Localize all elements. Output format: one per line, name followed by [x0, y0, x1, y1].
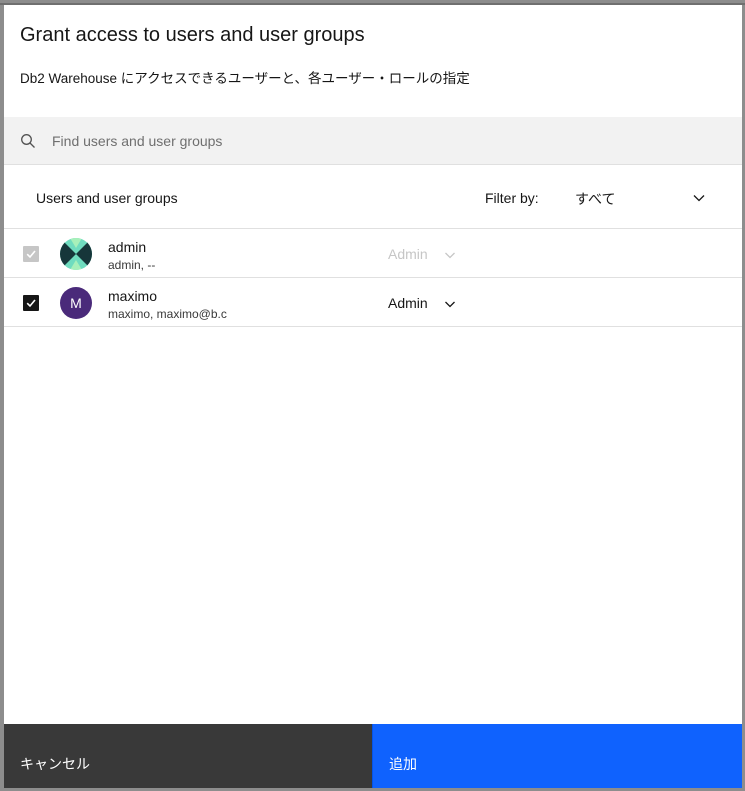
filter-value: すべて: [575, 191, 616, 207]
list-header: Users and user groups Filter by: すべて: [4, 165, 742, 229]
grant-access-modal: Grant access to users and user groups Db…: [4, 5, 742, 788]
filter-label: Filter by:: [485, 190, 539, 206]
avatar-admin: [60, 238, 92, 270]
user-name: maximo: [108, 288, 158, 304]
list-header-label: Users and user groups: [36, 190, 178, 206]
role-value: Admin: [388, 246, 428, 262]
chevron-down-icon: [444, 297, 456, 309]
modal-footer: キャンセル 追加: [4, 724, 742, 788]
add-button[interactable]: 追加: [372, 724, 742, 788]
user-name: admin: [108, 239, 147, 255]
avatar-maximo: M: [60, 287, 92, 319]
role-value: Admin: [388, 295, 428, 311]
modal-title: Grant access to users and user groups: [20, 24, 365, 46]
user-row-admin: admin admin, -- Admin: [4, 230, 742, 278]
role-dropdown-admin: Admin: [388, 243, 468, 265]
modal-description: Db2 Warehouse にアクセスできるユーザーと、各ユーザー・ロールの指定: [20, 71, 470, 86]
geometric-avatar-icon: [60, 238, 92, 270]
checkmark-icon: [26, 250, 36, 259]
filter-dropdown[interactable]: すべて: [572, 181, 714, 215]
cancel-button[interactable]: キャンセル: [4, 724, 372, 788]
user-subtitle: maximo, maximo@b.c: [108, 307, 227, 321]
user-subtitle: admin, --: [108, 258, 156, 272]
search-bar: [4, 117, 742, 165]
chevron-down-icon: [444, 248, 456, 260]
checkmark-icon: [26, 299, 36, 308]
search-input[interactable]: [52, 130, 712, 152]
user-checkbox-maximo[interactable]: [23, 295, 39, 311]
role-dropdown-maximo[interactable]: Admin: [388, 292, 468, 314]
chevron-down-icon: [692, 191, 706, 205]
search-icon: [20, 133, 36, 149]
user-checkbox-admin[interactable]: [23, 246, 39, 262]
user-row-maximo: M maximo maximo, maximo@b.c Admin: [4, 279, 742, 327]
